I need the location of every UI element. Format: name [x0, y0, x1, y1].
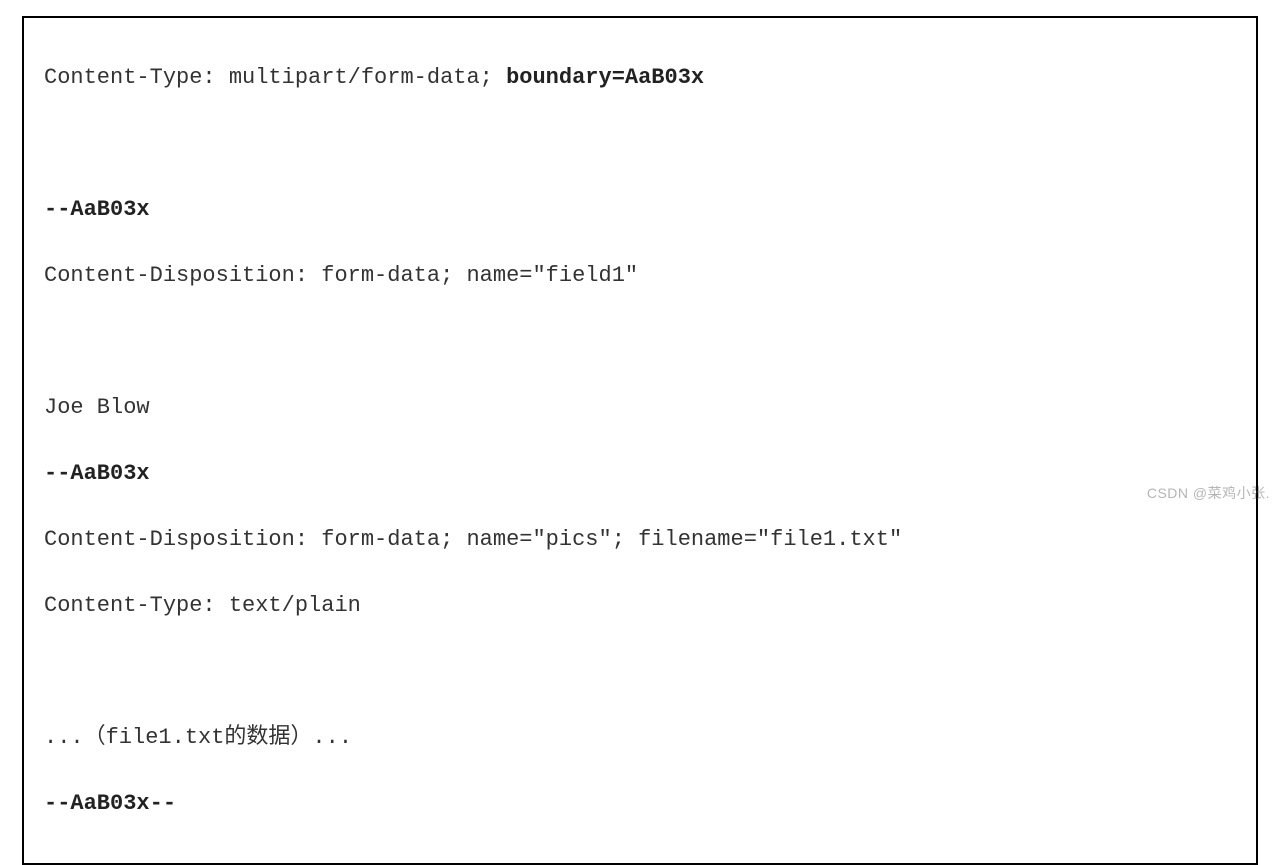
content-disposition-pics: Content-Disposition: form-data; name="pi…	[44, 523, 1236, 556]
blank-line	[44, 325, 1236, 358]
boundary-marker-1: --AaB03x	[44, 193, 1236, 226]
content-type-header: Content-Type: multipart/form-data; bound…	[44, 61, 1236, 94]
blank-line	[44, 655, 1236, 688]
content-type-prefix: Content-Type: multipart/form-data;	[44, 65, 506, 90]
blank-line	[44, 127, 1236, 160]
file-data-placeholder: ...（file1.txt的数据）...	[44, 721, 1236, 754]
boundary-declaration: boundary=AaB03x	[506, 65, 704, 90]
field1-value: Joe Blow	[44, 391, 1236, 424]
multipart-example-box: Content-Type: multipart/form-data; bound…	[22, 16, 1258, 865]
closing-boundary: --AaB03x--	[44, 787, 1236, 820]
csdn-watermark: CSDN @菜鸡小张.	[1147, 483, 1270, 504]
content-disposition-field1: Content-Disposition: form-data; name="fi…	[44, 259, 1236, 292]
boundary-marker-2: --AaB03x	[44, 457, 1236, 490]
content-type-plain: Content-Type: text/plain	[44, 589, 1236, 622]
